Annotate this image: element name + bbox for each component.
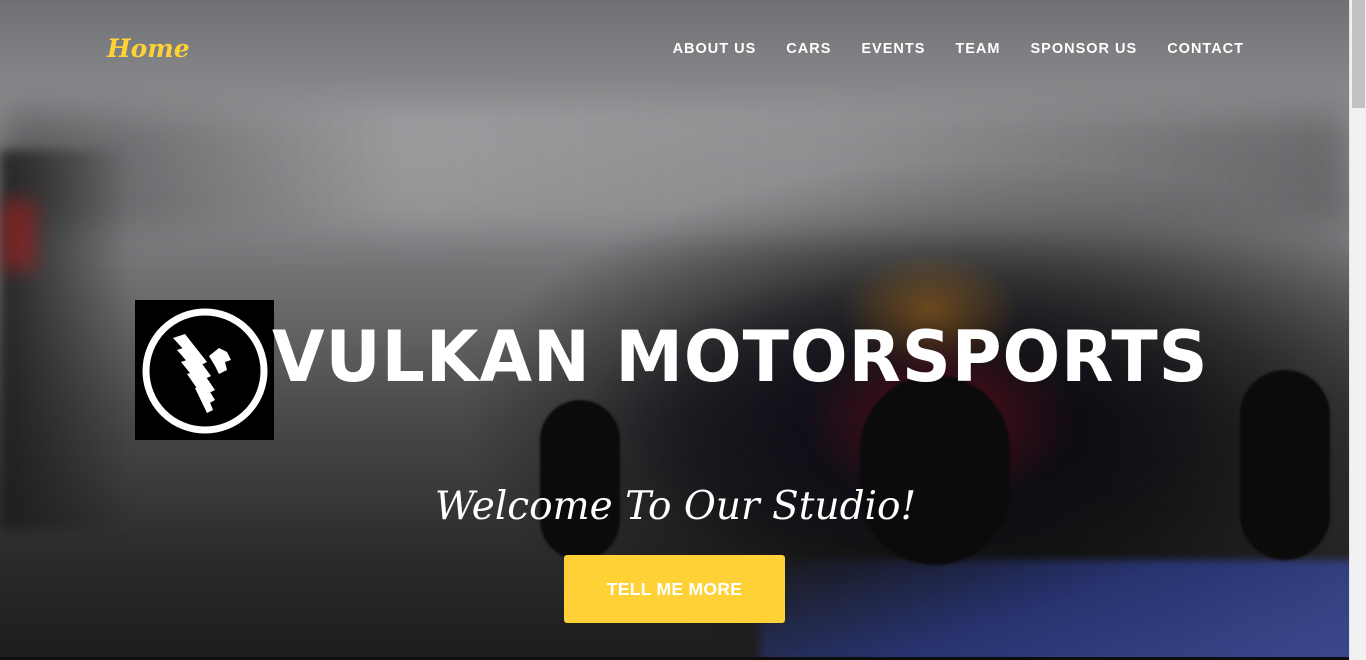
page-scrollbar[interactable] xyxy=(1349,0,1366,660)
page: Home ABOUT US CARS EVENTS TEAM SPONSOR U… xyxy=(0,0,1366,660)
hero-lead-text: Welcome To Our Studio! xyxy=(0,484,1349,529)
hero-heading: VULKAN MOTORSPORTS xyxy=(272,316,1209,398)
hero-lead-label: Welcome To Our Studio! xyxy=(434,484,917,529)
scrollbar-thumb[interactable] xyxy=(1352,0,1365,108)
navbar: Home ABOUT US CARS EVENTS TEAM SPONSOR U… xyxy=(0,0,1349,100)
brand-home-link[interactable]: Home xyxy=(107,34,190,63)
tell-me-more-button[interactable]: TELL ME MORE xyxy=(564,555,785,623)
nav-item-team[interactable]: TEAM xyxy=(955,41,1000,57)
vulkan-logo-icon xyxy=(135,300,274,440)
nav-item-sponsor-us[interactable]: SPONSOR US xyxy=(1031,41,1138,57)
nav-item-cars[interactable]: CARS xyxy=(786,41,831,57)
nav-item-about-us[interactable]: ABOUT US xyxy=(673,41,757,57)
nav-menu: ABOUT US CARS EVENTS TEAM SPONSOR US CON… xyxy=(643,41,1244,57)
nav-item-events[interactable]: EVENTS xyxy=(861,41,925,57)
nav-item-contact[interactable]: CONTACT xyxy=(1167,41,1244,57)
